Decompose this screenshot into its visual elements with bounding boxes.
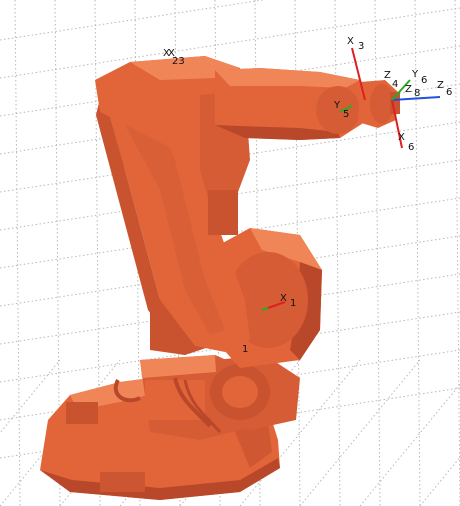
frame-6-y-label: Y bbox=[411, 69, 419, 80]
frame-4-number: 4 bbox=[392, 79, 398, 90]
frame-6: Z 4 Y 6 Z 8 Z 6 X 6 bbox=[384, 69, 452, 153]
frame-1-x-label: X bbox=[280, 293, 287, 304]
robot-scene[interactable]: X 1 X X 23 X 3 Y 5 Z 4 Y 6 Z 8 Z 6 X 6 1 bbox=[0, 0, 460, 506]
frame-1-number: 1 bbox=[290, 298, 296, 309]
frame-5-y-label: Y bbox=[333, 100, 341, 111]
frame-3-x-label: X bbox=[347, 36, 354, 47]
base-frame-mark: 1 bbox=[242, 344, 248, 355]
frame-23-number: 23 bbox=[172, 56, 185, 67]
frame-6-y-number: 6 bbox=[421, 75, 427, 86]
frame-5-number: 5 bbox=[343, 109, 349, 120]
robot-forearm bbox=[215, 68, 372, 140]
3d-viewport[interactable]: X 1 X X 23 X 3 Y 5 Z 4 Y 6 Z 8 Z 6 X 6 1 bbox=[0, 0, 460, 506]
frame-6-z-label: Z bbox=[437, 80, 444, 91]
frame-6-z2-label: Z bbox=[405, 84, 412, 95]
frame-6-x-number: 6 bbox=[408, 142, 414, 153]
frame-6-x-label: X bbox=[398, 132, 405, 143]
frame-3-number: 3 bbox=[358, 41, 364, 52]
frame-8-number: 8 bbox=[414, 88, 420, 99]
frame-6-z-number: 6 bbox=[446, 87, 452, 98]
frame-4-z-label: Z bbox=[384, 70, 391, 81]
